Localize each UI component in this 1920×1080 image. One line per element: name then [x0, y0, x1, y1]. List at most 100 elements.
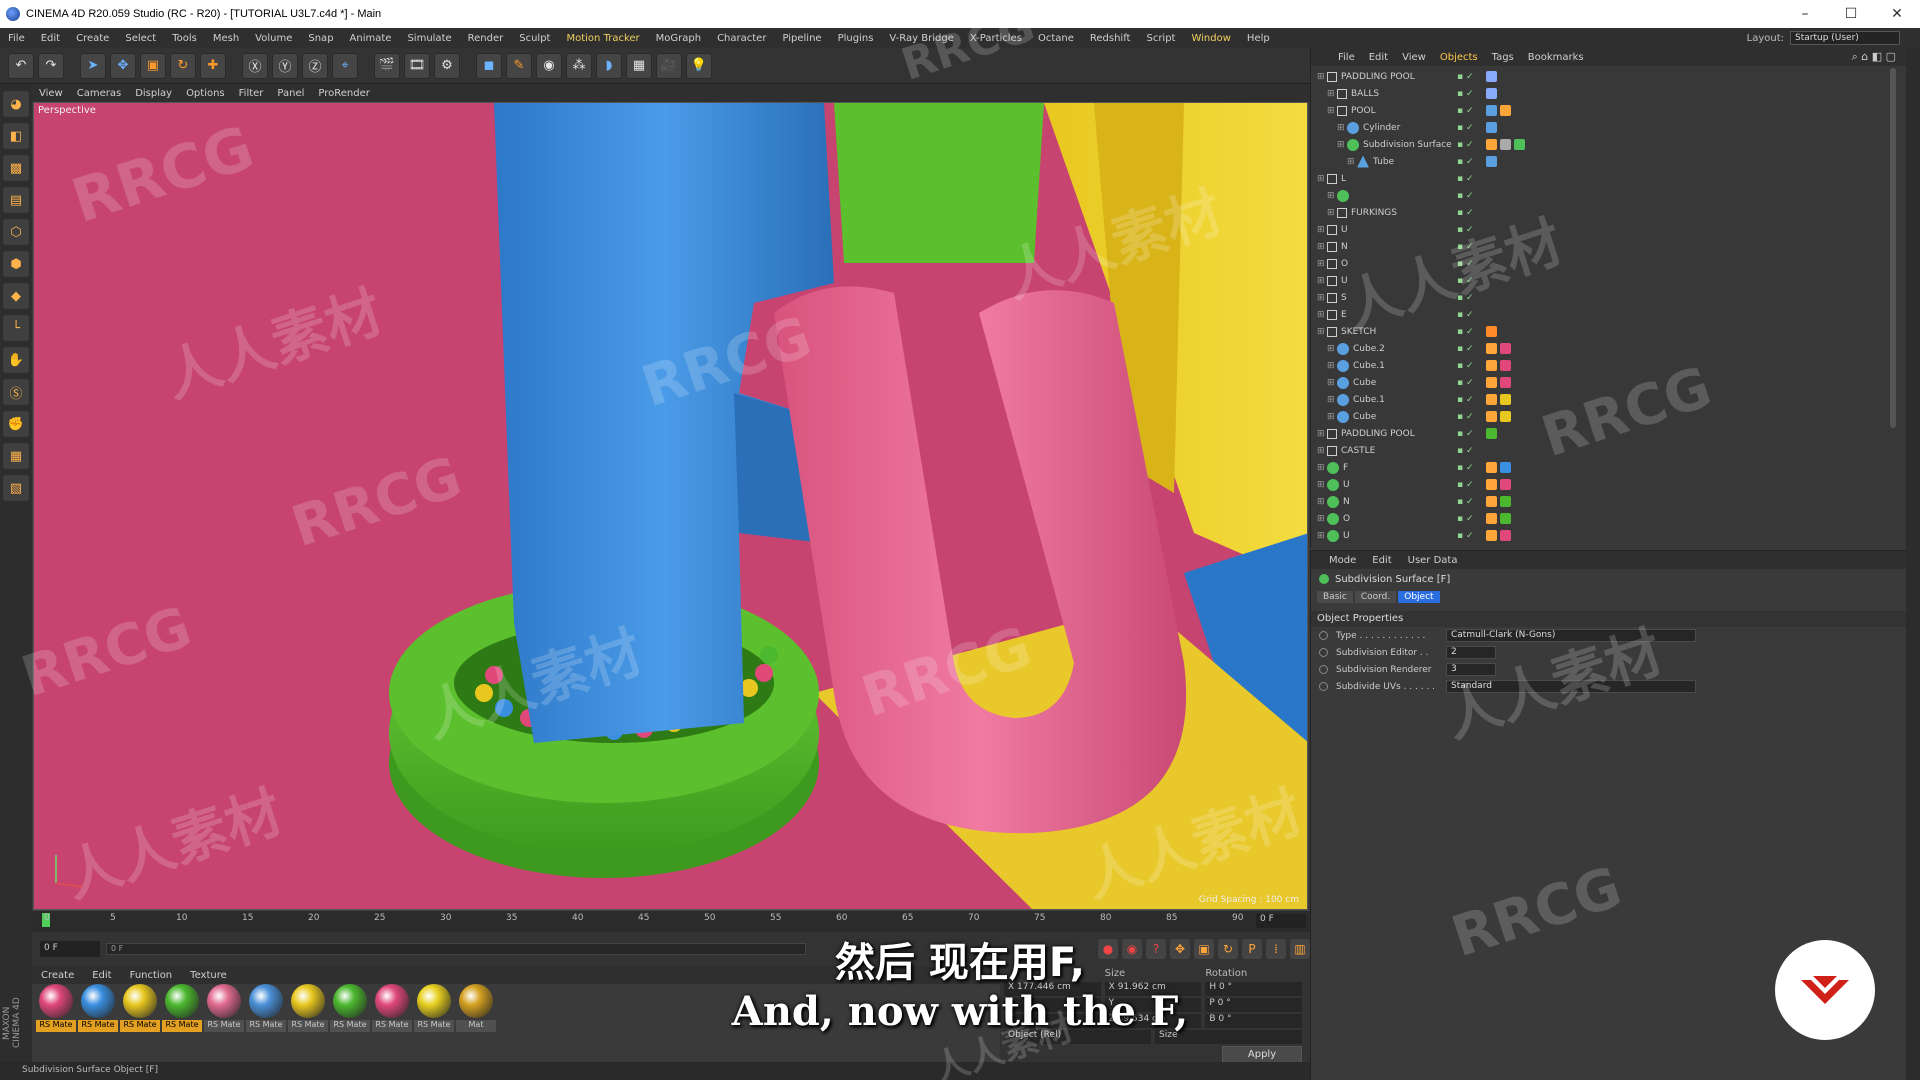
- layout-select[interactable]: Startup (User): [1790, 31, 1900, 45]
- light-icon[interactable]: 💡: [686, 52, 712, 79]
- objects-menu-tags[interactable]: Tags: [1485, 52, 1521, 63]
- object-name[interactable]: U: [1341, 225, 1461, 235]
- object-tag-icon[interactable]: [1500, 105, 1511, 116]
- object-tag-icon[interactable]: [1486, 71, 1497, 82]
- object-tag-icon[interactable]: [1486, 360, 1497, 371]
- 3d-viewport[interactable]: Perspective Grid Spacing : 100 cm: [33, 102, 1308, 910]
- object-tag-icon[interactable]: [1486, 530, 1497, 541]
- object-name[interactable]: Cube.1: [1353, 361, 1473, 371]
- expand-toggle-icon[interactable]: ⊞: [1327, 344, 1337, 354]
- objects-menu-bookmarks[interactable]: Bookmarks: [1521, 52, 1591, 63]
- render-picture-viewer-icon[interactable]: 🎞: [404, 52, 430, 79]
- close-button[interactable]: ✕: [1874, 0, 1920, 28]
- object-name[interactable]: Cube: [1353, 412, 1473, 422]
- menu-pipeline[interactable]: Pipeline: [774, 33, 829, 44]
- object-row[interactable]: ⊞ U ▪ ✓: [1311, 221, 1891, 238]
- object-tag-icon[interactable]: [1486, 411, 1497, 422]
- menu-sculpt[interactable]: Sculpt: [511, 33, 558, 44]
- object-tag-icon[interactable]: [1486, 394, 1497, 405]
- object-tag-icon[interactable]: [1500, 479, 1511, 490]
- visibility-toggle-icon[interactable]: ▪ ✓: [1457, 395, 1477, 405]
- visibility-toggle-icon[interactable]: ▪ ✓: [1457, 276, 1477, 286]
- subdivision-renderer-field[interactable]: 3: [1446, 663, 1496, 676]
- rotate-tool-icon[interactable]: ↻: [170, 52, 196, 79]
- animate-property-radio[interactable]: [1319, 648, 1328, 657]
- object-name[interactable]: O: [1341, 259, 1461, 269]
- visibility-toggle-icon[interactable]: ▪ ✓: [1457, 429, 1477, 439]
- object-row[interactable]: ⊞ ▪ ✓: [1311, 187, 1891, 204]
- visibility-toggle-icon[interactable]: ▪ ✓: [1457, 157, 1477, 167]
- subdivision-surface-icon[interactable]: ◉: [536, 52, 562, 79]
- expand-toggle-icon[interactable]: ⊞: [1327, 191, 1337, 201]
- object-row[interactable]: ⊞ Cube ▪ ✓: [1311, 408, 1891, 425]
- object-tag-icon[interactable]: [1486, 156, 1497, 167]
- render-settings-icon[interactable]: ⚙: [434, 52, 460, 79]
- object-row[interactable]: ⊞ E ▪ ✓: [1311, 306, 1891, 323]
- object-row[interactable]: ⊞ POOL ▪ ✓: [1311, 102, 1891, 119]
- visibility-toggle-icon[interactable]: ▪ ✓: [1457, 310, 1477, 320]
- object-name[interactable]: PADDLING POOL: [1341, 72, 1461, 82]
- axis-mode-icon[interactable]: └: [3, 315, 29, 341]
- menu-window[interactable]: Window: [1183, 33, 1238, 44]
- object-tag-icon[interactable]: [1486, 479, 1497, 490]
- objects-menu-view[interactable]: View: [1395, 52, 1433, 63]
- points-mode-icon[interactable]: ⬡: [3, 219, 29, 245]
- object-name[interactable]: O: [1343, 514, 1463, 524]
- menu-edit[interactable]: Edit: [33, 33, 68, 44]
- menu-snap[interactable]: Snap: [300, 33, 341, 44]
- select-arrow-icon[interactable]: ➤: [80, 52, 106, 79]
- object-row[interactable]: ⊞ L ▪ ✓: [1311, 170, 1891, 187]
- tab-basic[interactable]: Basic: [1317, 591, 1353, 603]
- expand-toggle-icon[interactable]: ⊞: [1337, 123, 1347, 133]
- object-row[interactable]: ⊞ O ▪ ✓: [1311, 255, 1891, 272]
- objects-menu-file[interactable]: File: [1331, 52, 1362, 63]
- object-row[interactable]: ⊞ PADDLING POOL ▪ ✓: [1311, 68, 1891, 85]
- expand-toggle-icon[interactable]: ⊞: [1317, 497, 1327, 507]
- viewport-menu-prorender[interactable]: ProRender: [311, 88, 376, 99]
- subdivision-editor-field[interactable]: 2: [1446, 646, 1496, 659]
- menu-mesh[interactable]: Mesh: [205, 33, 247, 44]
- menu-volume[interactable]: Volume: [247, 33, 300, 44]
- expand-toggle-icon[interactable]: ⊞: [1317, 327, 1327, 337]
- viewport-menu-view[interactable]: View: [32, 88, 70, 99]
- expand-toggle-icon[interactable]: ⊞: [1317, 225, 1327, 235]
- object-name[interactable]: L: [1341, 174, 1461, 184]
- tab-coord[interactable]: Coord.: [1354, 591, 1397, 603]
- expand-toggle-icon[interactable]: ⊞: [1317, 310, 1327, 320]
- expand-toggle-icon[interactable]: ⊞: [1317, 463, 1327, 473]
- object-row[interactable]: ⊞ U ▪ ✓: [1311, 272, 1891, 289]
- attributes-menu-mode[interactable]: Mode: [1321, 555, 1364, 566]
- object-row[interactable]: ⊞ N ▪ ✓: [1311, 493, 1891, 510]
- spline-pen-icon[interactable]: ✎: [506, 52, 532, 79]
- menu-help[interactable]: Help: [1239, 33, 1278, 44]
- expand-toggle-icon[interactable]: ⊞: [1327, 89, 1337, 99]
- object-name[interactable]: U: [1343, 480, 1463, 490]
- deformer-icon[interactable]: ◗: [596, 52, 622, 79]
- expand-toggle-icon[interactable]: ⊞: [1337, 140, 1347, 150]
- menu-octane[interactable]: Octane: [1030, 33, 1082, 44]
- cube-primitive-icon[interactable]: ◼: [476, 52, 502, 79]
- cloner-icon[interactable]: ⁂: [566, 52, 592, 79]
- expand-toggle-icon[interactable]: ⊞: [1317, 429, 1327, 439]
- tweak-mode-icon[interactable]: ✋: [3, 347, 29, 373]
- object-row[interactable]: ⊞ N ▪ ✓: [1311, 238, 1891, 255]
- object-row[interactable]: ⊞ PADDLING POOL ▪ ✓: [1311, 425, 1891, 442]
- menu-motion-tracker[interactable]: Motion Tracker: [558, 33, 647, 44]
- expand-toggle-icon[interactable]: ⊞: [1327, 395, 1337, 405]
- expand-toggle-icon[interactable]: ⊞: [1327, 361, 1337, 371]
- expand-toggle-icon[interactable]: ⊞: [1317, 480, 1327, 490]
- timeline-ruler[interactable]: 0 5 10 15 20 25 30 35 40 45 50 55 60 65 …: [32, 910, 1310, 932]
- sculpt-brush-icon[interactable]: ✊: [3, 411, 29, 437]
- scale-tool-icon[interactable]: ▣: [140, 52, 166, 79]
- animate-property-radio[interactable]: [1319, 631, 1328, 640]
- object-name[interactable]: SKETCH: [1341, 327, 1461, 337]
- viewport-menu-cameras[interactable]: Cameras: [70, 88, 128, 99]
- object-tag-icon[interactable]: [1514, 139, 1525, 150]
- attributes-menu-user-data[interactable]: User Data: [1400, 555, 1466, 566]
- object-tag-icon[interactable]: [1486, 139, 1497, 150]
- viewport-menu-options[interactable]: Options: [179, 88, 232, 99]
- move-tool-icon[interactable]: ✥: [110, 52, 136, 79]
- texture-mode-icon[interactable]: ▩: [3, 155, 29, 181]
- object-row[interactable]: ⊞ BALLS ▪ ✓: [1311, 85, 1891, 102]
- object-name[interactable]: N: [1341, 242, 1461, 252]
